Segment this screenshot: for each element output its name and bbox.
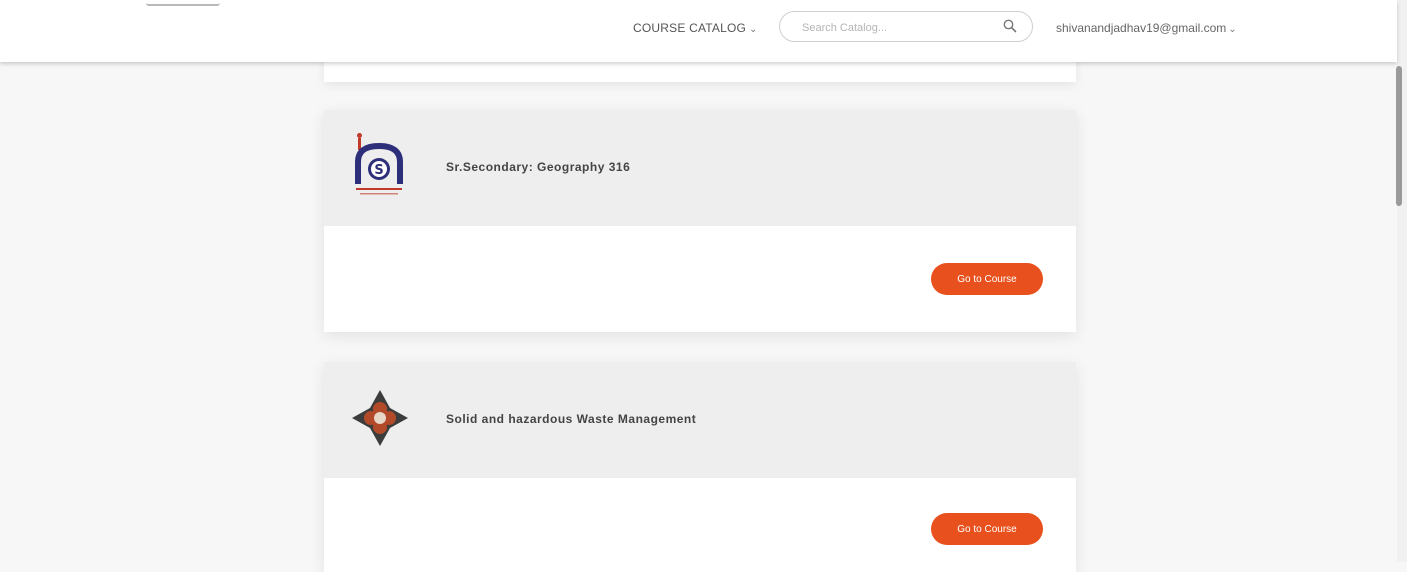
- waste-management-logo-icon: [352, 384, 408, 456]
- course-title[interactable]: Sr.Secondary: Geography 316: [446, 160, 630, 174]
- go-to-course-button[interactable]: Go to Course: [931, 513, 1043, 545]
- course-card: S Sr.Secondary: Geography 316 Go to Cour…: [324, 110, 1076, 332]
- user-email: shivanandjadhav19@gmail.com: [1056, 21, 1227, 35]
- course-card-header: Solid and hazardous Waste Management: [324, 362, 1076, 478]
- site-logo[interactable]: [146, 0, 220, 6]
- top-navbar: COURSE CATALOG⌄ shivanandjadhav19@gmail.…: [0, 0, 1397, 62]
- go-to-course-button[interactable]: Go to Course: [931, 263, 1043, 295]
- search-input[interactable]: [800, 19, 994, 37]
- course-card: Solid and hazardous Waste Management Go …: [324, 362, 1076, 572]
- search-box[interactable]: [779, 11, 1033, 42]
- course-catalog-menu[interactable]: COURSE CATALOG ⌄: [633, 21, 758, 35]
- search-icon[interactable]: [1002, 18, 1018, 34]
- chevron-down-icon: ⌄: [749, 24, 758, 35]
- scrollbar-thumb[interactable]: [1396, 66, 1402, 206]
- course-title[interactable]: Solid and hazardous Waste Management: [446, 412, 696, 426]
- chevron-down-icon: ⌄: [1228, 24, 1237, 35]
- course-catalog-label: COURSE CATALOG: [633, 21, 747, 35]
- svg-text:S: S: [374, 163, 383, 178]
- user-account-menu[interactable]: shivanandjadhav19@gmail.com ⌄: [1056, 21, 1237, 35]
- nios-logo-icon: S: [352, 132, 408, 204]
- course-card-header: S Sr.Secondary: Geography 316: [324, 110, 1076, 226]
